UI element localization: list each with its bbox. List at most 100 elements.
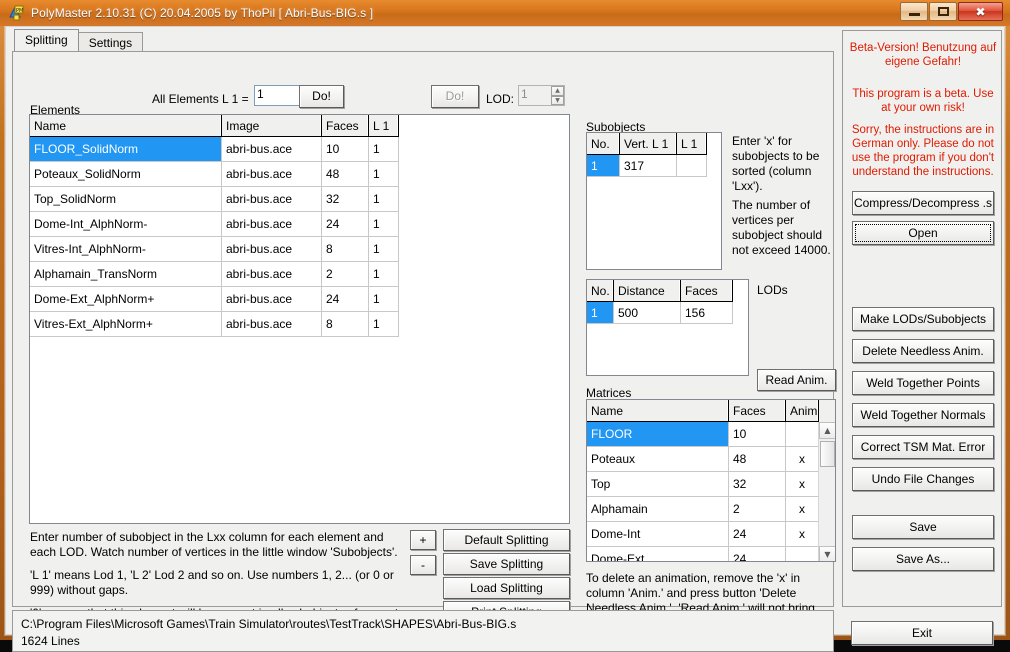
subobjects-hint-2: The number of vertices per subobject sho… <box>732 198 831 257</box>
close-button[interactable]: ✖ <box>958 2 1003 21</box>
elements-grid-header: Name Image Faces L 1 <box>30 115 569 137</box>
read-anim-button[interactable]: Read Anim. <box>757 369 836 391</box>
tab-settings[interactable]: Settings <box>77 32 144 51</box>
add-lod-button[interactable]: + <box>410 530 436 550</box>
table-row[interactable]: Alphamain_TransNorm abri-bus.ace 2 1 <box>30 262 569 287</box>
correct-tsm-mat-error-button[interactable]: Correct TSM Mat. Error <box>852 435 994 459</box>
table-row[interactable]: Poteaux 48 x <box>587 447 835 472</box>
subobjects-grid[interactable]: No. Vert. L 1 L 1 1 317 <box>586 132 722 270</box>
cell-l1: 1 <box>369 312 399 337</box>
cell-filler <box>399 262 569 287</box>
table-row[interactable]: Dome-Ext 24 <box>587 547 835 561</box>
table-row[interactable]: 1 500 156 <box>587 302 748 324</box>
save-as-button[interactable]: Save As... <box>852 547 994 571</box>
cell-filler <box>399 187 569 212</box>
table-row[interactable]: FLOOR_SolidNorm abri-bus.ace 10 1 <box>30 137 569 162</box>
cell-faces: 8 <box>322 312 369 337</box>
cell-filler <box>399 312 569 337</box>
window-title: PolyMaster 2.10.31 (C) 20.04.2005 by Tho… <box>31 6 374 20</box>
weld-together-points-button[interactable]: Weld Together Points <box>852 371 994 395</box>
cell-filler <box>707 155 721 177</box>
do-button[interactable]: Do! <box>299 85 344 108</box>
lods-grid[interactable]: No. Distance Faces 1 500 156 <box>586 279 749 376</box>
scroll-down-icon[interactable]: ▼ <box>819 546 835 561</box>
beta-warning-english: This program is a beta. Use at your own … <box>852 88 994 114</box>
table-row[interactable]: Top_SolidNorm abri-bus.ace 32 1 <box>30 187 569 212</box>
cell-faces: 24 <box>322 287 369 312</box>
cell-name: Poteaux_SolidNorm <box>30 162 222 187</box>
table-row[interactable]: Dome-Ext_AlphNorm+ abri-bus.ace 24 1 <box>30 287 569 312</box>
save-splitting-button[interactable]: Save Splitting <box>443 553 570 575</box>
table-row[interactable]: Poteaux_SolidNorm abri-bus.ace 48 1 <box>30 162 569 187</box>
elements-grid-body: FLOOR_SolidNorm abri-bus.ace 10 1 Poteaux_So… <box>30 137 569 337</box>
table-row[interactable]: Top 32 x <box>587 472 835 497</box>
cell-name: Top_SolidNorm <box>30 187 222 212</box>
minimize-button[interactable] <box>900 2 928 21</box>
compress-decompress-button[interactable]: Compress/Decompress .s <box>852 191 994 215</box>
weld-together-normals-button[interactable]: Weld Together Normals <box>852 403 994 427</box>
load-splitting-button[interactable]: Load Splitting <box>443 577 570 599</box>
table-row[interactable]: Dome-Int_AlphNorm-abri-bus.ace 24 1 <box>30 212 569 237</box>
cell-anim: x <box>786 472 819 497</box>
all-elements-input[interactable]: 1 <box>254 85 301 106</box>
table-row[interactable]: FLOOR 10 <box>587 422 835 447</box>
exit-button[interactable]: Exit <box>851 621 993 645</box>
cell-name: Dome-Ext <box>587 547 729 561</box>
cell-image: abri-bus.ace <box>222 212 322 237</box>
lod-spinner-up-icon: ▲ <box>551 86 564 96</box>
cell-anim: x <box>786 522 819 547</box>
cell-l1: 1 <box>369 162 399 187</box>
scrollbar-thumb[interactable] <box>820 441 835 467</box>
matrices-grid-body: FLOOR 10 Poteaux 48 x Top 32 x Alphamain 2 x Dome-I… <box>587 422 835 561</box>
cell-name: Poteaux <box>587 447 729 472</box>
cell-faces: 24 <box>729 522 786 547</box>
polymaster-app-icon: PM <box>9 5 25 21</box>
table-row[interactable]: Vitres-Ext_AlphNorm+ abri-bus.ace 8 1 <box>30 312 569 337</box>
cell-faces: 10 <box>322 137 369 162</box>
tab-strip: Splitting Settings <box>14 29 144 51</box>
cell-faces: 48 <box>729 447 786 472</box>
do2-button: Do! <box>431 85 479 108</box>
cell-filler <box>399 162 569 187</box>
table-row[interactable]: Vitres-Int_AlphNorm-abri-bus.ace 8 1 <box>30 237 569 262</box>
col-lxx: L 1 <box>677 133 707 155</box>
cell-name: Alphamain_TransNorm <box>30 262 222 287</box>
col-faces: Faces <box>322 115 369 137</box>
matrices-scrollbar[interactable]: ▲ ▼ <box>818 422 835 561</box>
col-faces: Faces <box>681 280 733 302</box>
scroll-up-icon[interactable]: ▲ <box>819 422 835 439</box>
cell-name: Dome-Int_AlphNorm- <box>30 212 222 237</box>
cell-image: abri-bus.ace <box>222 187 322 212</box>
delete-needless-anim-button[interactable]: Delete Needless Anim. <box>852 339 994 363</box>
lod-spinner-down-icon: ▼ <box>551 95 564 105</box>
col-filler <box>819 400 835 422</box>
cell-faces: 32 <box>729 472 786 497</box>
table-row[interactable]: Alphamain 2 x <box>587 497 835 522</box>
maximize-button[interactable] <box>929 2 957 21</box>
title-bar[interactable]: PM PolyMaster 2.10.31 (C) 20.04.2005 by … <box>0 0 1010 26</box>
side-panel: Beta-Version! Benutzung auf eigene Gefah… <box>842 30 1002 607</box>
cell-l1: 1 <box>369 137 399 162</box>
tab-splitting[interactable]: Splitting <box>14 29 79 51</box>
cell-vert: 317 <box>620 155 677 177</box>
remove-lod-button[interactable]: - <box>410 555 436 575</box>
cell-faces: 8 <box>322 237 369 262</box>
save-button[interactable]: Save <box>852 515 994 539</box>
open-button[interactable]: Open <box>852 221 994 245</box>
default-splitting-button[interactable]: Default Splitting <box>443 529 570 551</box>
lod-spinner: ▲ ▼ <box>551 86 564 105</box>
cell-name: Dome-Int <box>587 522 729 547</box>
elements-grid[interactable]: Name Image Faces L 1 FLOOR_SolidNorm abri… <box>29 114 570 524</box>
status-bar: C:\Program Files\Microsoft Games\Train S… <box>12 610 834 652</box>
col-no: No. <box>587 280 614 302</box>
cell-image: abri-bus.ace <box>222 287 322 312</box>
beta-warning-instructions: Sorry, the instructions are in German on… <box>851 124 995 178</box>
table-row[interactable]: Dome-Int 24 x <box>587 522 835 547</box>
make-lods-subobjects-button[interactable]: Make LODs/Subobjects <box>852 307 994 331</box>
matrices-grid[interactable]: Name Faces Anim. FLOOR 10 Poteaux 48 x Top 32 x… <box>586 399 836 562</box>
maximize-icon <box>930 3 956 20</box>
undo-file-changes-button[interactable]: Undo File Changes <box>852 467 994 491</box>
cell-filler <box>399 137 569 162</box>
table-row[interactable]: 1 317 <box>587 155 721 177</box>
cell-image: abri-bus.ace <box>222 137 322 162</box>
